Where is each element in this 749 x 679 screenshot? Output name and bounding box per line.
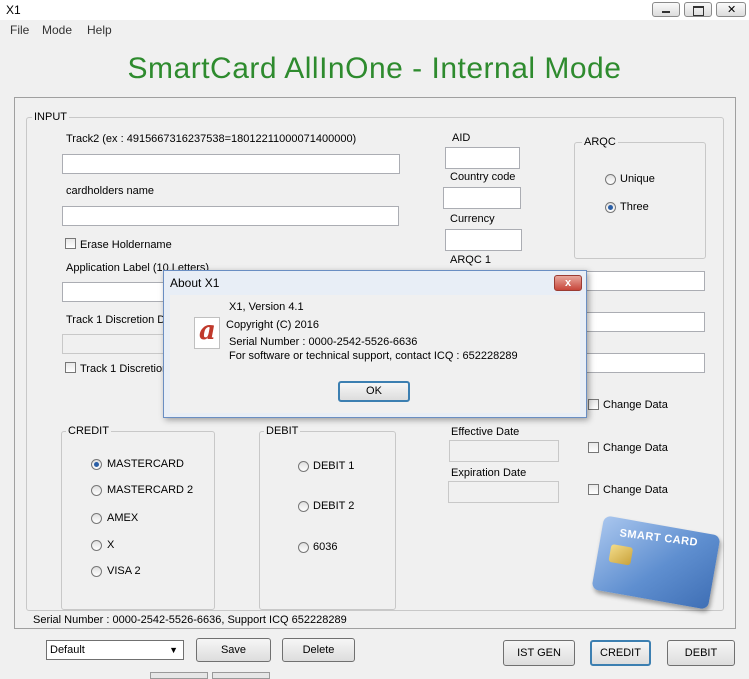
about-support: For software or technical support, conta… [229, 350, 518, 362]
about-serial: Serial Number : 0000-2542-5526-6636 [229, 336, 418, 348]
credit-button[interactable]: CREDIT [590, 640, 651, 666]
about-dialog-body: a X1, Version 4.1 Copyright (C) 2016 Ser… [170, 295, 580, 413]
currency-input[interactable] [445, 229, 522, 251]
credit-mastercard2-label: MASTERCARD 2 [107, 484, 194, 496]
about-copyright: Copyright (C) 2016 [226, 319, 319, 331]
change-data-checkbox-1[interactable] [588, 399, 599, 410]
about-version: X1, Version 4.1 [229, 301, 304, 313]
effective-date-input[interactable] [449, 440, 559, 462]
cardholder-label: cardholders name [66, 185, 155, 197]
arqc-three-radio[interactable] [605, 202, 616, 213]
erase-holdername-label: Erase Holdername [80, 239, 172, 251]
ist-gen-button[interactable]: IST GEN [503, 640, 575, 666]
menu-bar: File Mode Help [0, 20, 749, 40]
track1-disc-checkbox[interactable] [65, 362, 76, 373]
track1-disc-label: Track 1 Discretion Da [66, 314, 172, 326]
debit2-radio[interactable] [298, 501, 309, 512]
change-data-checkbox-3[interactable] [588, 484, 599, 495]
about-dialog: About X1 x a X1, Version 4.1 Copyright (… [163, 270, 587, 418]
profile-select-value: Default [50, 644, 85, 656]
arqc1-input[interactable] [584, 271, 705, 291]
menu-mode[interactable]: Mode [42, 23, 72, 37]
effective-date-label: Effective Date [451, 426, 520, 438]
credit-group-label: CREDIT [66, 425, 111, 437]
change-data-label-1: Change Data [603, 399, 668, 411]
bottom-tab-1[interactable] [150, 672, 208, 679]
track1-disc-check-label: Track 1 Discretion [80, 363, 169, 375]
close-icon: ✕ [727, 4, 737, 16]
country-code-label: Country code [450, 171, 516, 183]
app-logo-icon: a [194, 316, 220, 349]
maximize-button[interactable] [684, 2, 712, 17]
menu-help[interactable]: Help [87, 23, 112, 37]
change-data-label-2: Change Data [603, 442, 668, 454]
country-code-input[interactable] [443, 187, 521, 209]
credit-visa2-label: VISA 2 [107, 565, 141, 577]
erase-holdername-checkbox[interactable] [65, 238, 76, 249]
right-input-3[interactable] [584, 353, 705, 373]
minimize-button[interactable] [652, 2, 680, 17]
right-input-2[interactable] [584, 312, 705, 332]
debit-button[interactable]: DEBIT [667, 640, 735, 666]
arqc-unique-radio[interactable] [605, 174, 616, 185]
about-ok-button[interactable]: OK [338, 381, 410, 402]
bottom-tab-2[interactable] [212, 672, 270, 679]
credit-amex-label: AMEX [107, 512, 139, 524]
credit-visa2-radio[interactable] [91, 566, 102, 577]
maximize-icon [693, 6, 704, 16]
profile-select[interactable]: Default ▼ [46, 640, 184, 660]
menu-file[interactable]: File [10, 23, 29, 37]
credit-x-label: X [107, 539, 115, 551]
window-title: X1 [6, 3, 21, 17]
chevron-down-icon: ▼ [169, 645, 178, 655]
debit2-label: DEBIT 2 [313, 500, 355, 512]
arqc1-label: ARQC 1 [450, 254, 491, 266]
minimize-icon [662, 11, 670, 13]
credit-x-radio[interactable] [91, 540, 102, 551]
aid-input[interactable] [445, 147, 520, 169]
debit-group-label: DEBIT [264, 425, 301, 437]
debit1-label: DEBIT 1 [313, 460, 355, 472]
close-icon: x [564, 277, 572, 289]
debit-groupbox [259, 431, 396, 610]
expiration-date-label: Expiration Date [451, 467, 527, 479]
chip-icon [608, 543, 634, 566]
about-dialog-title: About X1 [170, 276, 220, 290]
title-bar: X1 ✕ [0, 0, 749, 20]
aid-label: AID [452, 132, 471, 144]
change-data-checkbox-2[interactable] [588, 442, 599, 453]
track2-input[interactable] [62, 154, 400, 174]
track2-label: Track2 (ex : 4915667316237538=1801221100… [66, 133, 357, 145]
serial-support-text: Serial Number : 0000-2542-5526-6636, Sup… [33, 614, 347, 626]
arqc-group-label: ARQC [582, 136, 618, 148]
expiration-date-input[interactable] [448, 481, 559, 503]
arqc-unique-label: Unique [620, 173, 655, 185]
credit-mastercard-label: MASTERCARD [107, 458, 185, 470]
debit-6036-radio[interactable] [298, 542, 309, 553]
save-button[interactable]: Save [196, 638, 271, 662]
page-title: SmartCard AllInOne - Internal Mode [127, 52, 622, 85]
credit-mastercard2-radio[interactable] [91, 485, 102, 496]
about-close-button[interactable]: x [554, 275, 582, 291]
cardholder-input[interactable] [62, 206, 399, 226]
credit-amex-radio[interactable] [91, 513, 102, 524]
debit1-radio[interactable] [298, 461, 309, 472]
input-group-label: INPUT [32, 111, 69, 123]
currency-label: Currency [450, 213, 495, 225]
change-data-label-3: Change Data [603, 484, 668, 496]
delete-button[interactable]: Delete [282, 638, 355, 662]
debit-6036-label: 6036 [313, 541, 338, 553]
smart-card-text: SMART CARD [618, 527, 699, 549]
credit-mastercard-radio[interactable] [91, 459, 102, 470]
arqc-three-label: Three [620, 201, 649, 213]
close-window-button[interactable]: ✕ [716, 2, 746, 17]
